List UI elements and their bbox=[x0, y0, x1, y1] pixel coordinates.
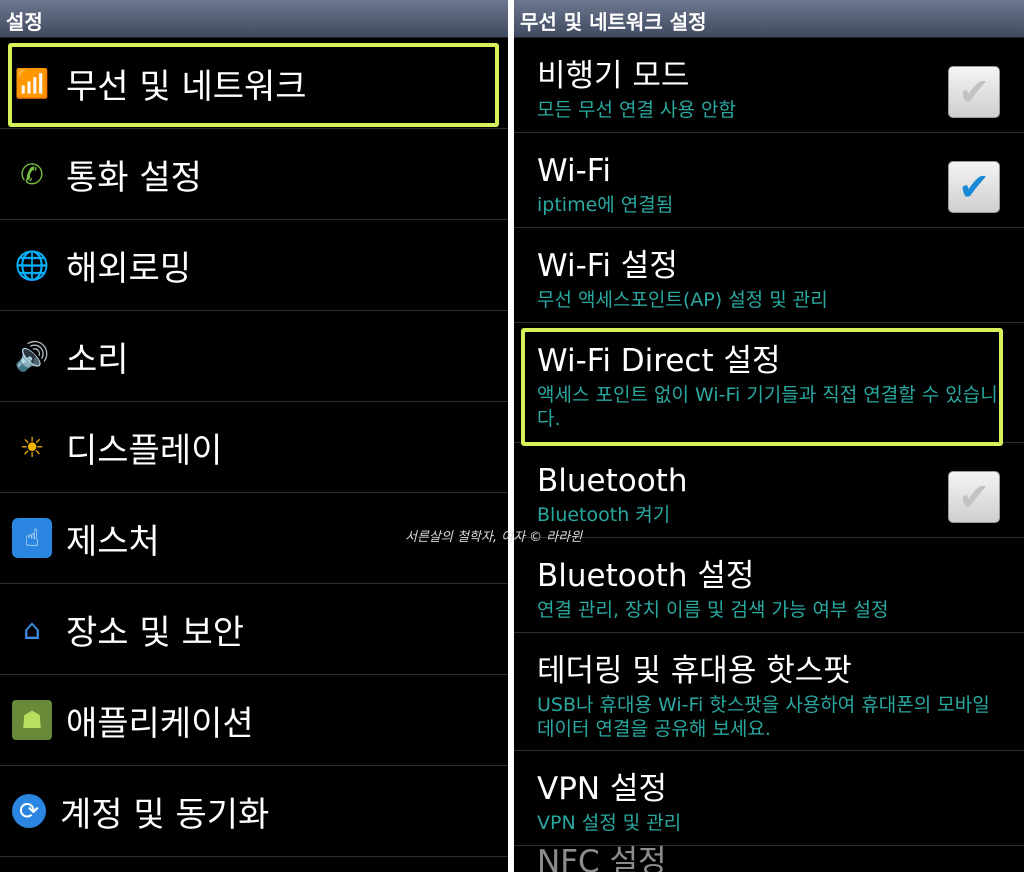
settings-title: 설정 bbox=[0, 0, 508, 38]
globe-icon: 🌐 bbox=[14, 248, 50, 282]
wireless-settings-title: 무선 및 네트워크 설정 bbox=[514, 0, 1024, 38]
menu-label: 계정 및 동기화 bbox=[60, 794, 270, 835]
vpn-settings-item[interactable]: VPN 설정 VPN 설정 및 관리 bbox=[514, 751, 1024, 846]
menu-label: 무선 및 네트워크 bbox=[66, 66, 307, 107]
wifi-direct-settings-item[interactable]: Wi-Fi Direct 설정액세스 포인트 없이 Wi-Fi 기기들과 직접 … bbox=[514, 323, 1024, 443]
menu-item-call-settings[interactable]: ✆ 통화 설정 bbox=[0, 129, 508, 220]
menu-item-applications[interactable]: ☗ 애플리케이션 bbox=[0, 675, 508, 766]
menu-label: 해외로밍 bbox=[66, 248, 192, 289]
menu-label: 애플리케이션 bbox=[66, 703, 254, 744]
bluetooth-settings-item[interactable]: Bluetooth 설정연결 관리, 장치 이름 및 검색 가능 여부 설정 bbox=[514, 538, 1024, 633]
item-title: Bluetooth 설정 bbox=[537, 558, 755, 594]
airplane-mode-item[interactable]: 비행기 모드 모든 무선 연결 사용 안함 ✔ bbox=[514, 38, 1024, 133]
gesture-icon: ☝ bbox=[12, 518, 52, 558]
item-title: Wi-Fi Direct 설정 bbox=[537, 343, 781, 379]
phone-icon: ✆ bbox=[20, 157, 44, 191]
brightness-icon: ☀ bbox=[19, 430, 45, 464]
speaker-icon: 🔊 bbox=[14, 339, 50, 373]
menu-item-location-security[interactable]: ⌂ 장소 및 보안 bbox=[0, 584, 508, 675]
tethering-hotspot-item[interactable]: 테더링 및 휴대용 핫스팟 USB나 휴대용 Wi-Fi 핫스팟을 사용하여 휴대… bbox=[514, 633, 1024, 751]
item-title: 테더링 및 휴대용 핫스팟 bbox=[537, 653, 852, 689]
menu-label: 통화 설정 bbox=[66, 157, 202, 198]
settings-panel: 설정 📶 무선 및 네트워크 ✆ 통화 설정 🌐 해외로밍 🔊 소리 ☀ 디스플레이 ☝ 제… bbox=[0, 0, 508, 872]
item-title: NFC 설정 bbox=[537, 844, 667, 872]
wifi-item[interactable]: Wi-Fi iptime에 연결됨 ✔ bbox=[514, 133, 1024, 228]
menu-item-accounts-sync[interactable]: ⟳ 계정 및 동기화 bbox=[0, 766, 508, 857]
menu-label: 제스처 bbox=[66, 521, 160, 562]
item-subtitle: USB나 휴대용 Wi-Fi 핫스팟을 사용하여 휴대폰의 모바일 데이터 연결… bbox=[537, 694, 990, 740]
lock-home-icon: ⌂ bbox=[23, 612, 41, 646]
item-subtitle: 무선 액세스포인트(AP) 설정 및 관리 bbox=[537, 289, 828, 311]
menu-item-display[interactable]: ☀ 디스플레이 bbox=[0, 402, 508, 493]
item-title: Wi-Fi 설정 bbox=[537, 248, 678, 284]
menu-item-wireless-network[interactable]: 📶 무선 및 네트워크 bbox=[0, 38, 508, 129]
wifi-checkbox[interactable]: ✔ bbox=[948, 161, 1000, 213]
item-subtitle: 연결 관리, 장치 이름 및 검색 가능 여부 설정 bbox=[537, 599, 889, 621]
wifi-icon: 📶 bbox=[14, 66, 50, 100]
menu-label: 디스플레이 bbox=[66, 430, 223, 471]
watermark: 서른살의 철학자, 여자 © 라라윈 bbox=[405, 530, 583, 545]
bluetooth-checkbox[interactable]: ✔ bbox=[948, 471, 1000, 523]
item-subtitle: 액세스 포인트 없이 Wi-Fi 기기들과 직접 연결할 수 있습니다. bbox=[537, 384, 998, 430]
bluetooth-item[interactable]: Bluetooth Bluetooth 켜기 ✔ bbox=[514, 443, 1024, 538]
menu-item-sound[interactable]: 🔊 소리 bbox=[0, 311, 508, 402]
item-title: VPN 설정 bbox=[537, 771, 667, 807]
android-icon: ☗ bbox=[12, 700, 52, 740]
nfc-settings-item[interactable]: NFC 설정 bbox=[514, 846, 1024, 872]
wifi-settings-item[interactable]: Wi-Fi 설정무선 액세스포인트(AP) 설정 및 관리 bbox=[514, 228, 1024, 323]
item-subtitle: VPN 설정 및 관리 bbox=[537, 812, 682, 834]
sync-icon: ⟳ bbox=[12, 794, 46, 828]
airplane-mode-checkbox[interactable]: ✔ bbox=[948, 66, 1000, 118]
menu-label: 소리 bbox=[66, 339, 129, 380]
wireless-settings-panel: 무선 및 네트워크 설정 비행기 모드 모든 무선 연결 사용 안함 ✔ Wi-Fi… bbox=[514, 0, 1024, 872]
menu-label: 장소 및 보안 bbox=[66, 612, 245, 653]
menu-item-roaming[interactable]: 🌐 해외로밍 bbox=[0, 220, 508, 311]
